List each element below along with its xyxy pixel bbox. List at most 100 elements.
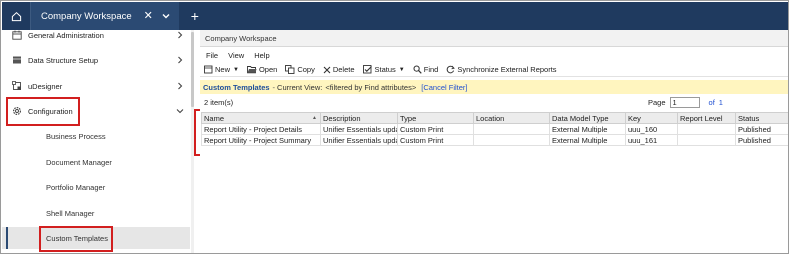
column-header-type[interactable]: Type (397, 112, 474, 124)
column-header-key[interactable]: Key (625, 112, 678, 124)
main-panel: Company Workspace File View Help New ▼ O… (200, 30, 788, 253)
filter-bar: Custom Templates - Current View: <filter… (200, 80, 788, 94)
designer-icon (12, 81, 21, 90)
delete-x-icon (323, 66, 331, 73)
column-header-label: Name (204, 113, 225, 123)
cell-status: Published (735, 123, 788, 135)
cell-description: Unifier Essentials upda (320, 134, 398, 146)
sidebar-subitem-label: Business Process (46, 131, 106, 141)
open-label: Open (258, 65, 278, 74)
sidebar-subitem-label: Document Manager (46, 157, 112, 167)
menu-bar: File View Help (200, 48, 788, 62)
column-header-status[interactable]: Status (735, 112, 788, 124)
cell-data-model-type: External Multiple (549, 123, 626, 135)
column-header-data-model-type[interactable]: Data Model Type (549, 112, 626, 124)
table-header-row: Name ▲ Description Type Location Data Mo… (201, 112, 788, 124)
status-button[interactable]: Status ▼ (362, 65, 405, 74)
page-number-input[interactable] (669, 97, 700, 108)
current-view-label: Current View: (277, 82, 323, 92)
sidebar-item-label: Configuration (28, 106, 73, 116)
status-icon (362, 65, 372, 74)
open-button[interactable]: Open (247, 65, 277, 74)
chevron-down-icon[interactable] (161, 11, 171, 21)
find-button[interactable]: Find (413, 65, 439, 74)
cell-location (473, 123, 550, 135)
workspace-tab-label: Company Workspace (41, 10, 132, 22)
menu-view[interactable]: View (228, 51, 244, 60)
cell-type: Custom Print (397, 134, 474, 146)
sidebar-subitem-business-process[interactable]: Business Process (2, 125, 190, 147)
sidebar-item-label: Data Structure Setup (28, 55, 99, 65)
column-header-label: Location (476, 113, 505, 123)
home-icon (11, 11, 21, 21)
table-row[interactable]: Report Utility - Project Details Unifier… (201, 123, 788, 135)
cell-key: uuu_160 (625, 123, 678, 135)
cell-data-model-type: External Multiple (549, 134, 626, 146)
cell-status: Published (735, 134, 788, 146)
sidebar-subitem-portfolio-manager[interactable]: Portfolio Manager (2, 176, 190, 198)
column-header-label: Data Model Type (552, 113, 609, 123)
close-tab-icon[interactable]: ✕ (144, 10, 153, 22)
new-button[interactable]: New ▼ (204, 65, 239, 74)
chevron-right-icon (178, 82, 183, 90)
panel-title-bar: Company Workspace (200, 30, 788, 47)
page-total: 1 (718, 98, 723, 107)
filter-title: Custom Templates (203, 82, 270, 92)
folder-open-icon (247, 66, 257, 74)
delete-button[interactable]: Delete (323, 65, 355, 74)
sidebar-subitem-label: Custom Templates (46, 233, 108, 243)
copy-label: Copy (297, 65, 315, 74)
sync-label: Synchronize External Reports (457, 65, 557, 74)
dropdown-caret-icon: ▼ (398, 66, 405, 73)
sidebar-item-data-structure-setup[interactable]: Data Structure Setup (2, 49, 190, 71)
sidebar-scrollbar-thumb[interactable] (191, 32, 194, 107)
chevron-right-icon (178, 31, 183, 39)
column-header-label: Status (738, 113, 760, 123)
pager: Page of 1 (648, 97, 723, 108)
column-header-report-level[interactable]: Report Level (677, 112, 736, 124)
sync-external-reports-button[interactable]: Synchronize External Reports (446, 65, 557, 74)
new-label: New (215, 65, 231, 74)
sidebar-item-label: General Administration (28, 30, 104, 40)
new-icon (204, 65, 213, 74)
cancel-filter-link[interactable]: [Cancel Filter] (421, 83, 467, 92)
sidebar-item-udesigner[interactable]: uDesigner (2, 75, 190, 97)
sidebar-item-configuration[interactable]: Configuration (2, 100, 190, 122)
sidebar-scrollbar[interactable] (191, 30, 194, 253)
cell-name[interactable]: Report Utility - Project Details (201, 123, 321, 135)
table-row[interactable]: Report Utility - Project Summary Unifier… (201, 134, 788, 146)
page-of-label: of (708, 98, 715, 107)
cell-name[interactable]: Report Utility - Project Summary (201, 134, 321, 146)
sidebar-subitem-document-manager[interactable]: Document Manager (2, 151, 190, 173)
gear-icon (12, 106, 22, 116)
copy-button[interactable]: Copy (285, 65, 315, 74)
sidebar-subitem-custom-templates[interactable]: Custom Templates (2, 227, 190, 249)
column-header-label: Report Level (680, 113, 723, 123)
filter-separator: - (272, 82, 276, 92)
sort-ascending-icon: ▲ (312, 114, 317, 121)
menu-help[interactable]: Help (254, 51, 269, 60)
sidebar-item-general-administration[interactable]: General Administration (2, 24, 190, 46)
list-info-row: 2 item(s) Page of 1 (200, 96, 788, 109)
cell-description: Unifier Essentials upda (320, 123, 398, 135)
item-count: 2 item(s) (204, 98, 234, 107)
status-label: Status (374, 65, 396, 74)
current-view-value: <filtered by Find attributes> (325, 82, 417, 92)
active-indicator (6, 227, 8, 249)
cube-icon (13, 56, 21, 64)
column-header-description[interactable]: Description (320, 112, 398, 124)
cell-location (473, 134, 550, 146)
sidebar-subitem-shell-manager[interactable]: Shell Manager (2, 202, 190, 224)
cell-report-level (677, 123, 736, 135)
dropdown-caret-icon: ▼ (233, 66, 239, 73)
delete-label: Delete (332, 65, 355, 74)
sidebar: General Administration Data Structure Se… (2, 30, 194, 253)
column-header-location[interactable]: Location (473, 112, 550, 124)
column-header-name[interactable]: Name ▲ (201, 112, 321, 124)
find-label: Find (423, 65, 439, 74)
column-header-label: Description (323, 113, 361, 123)
add-tab-button[interactable]: + (185, 9, 205, 23)
sidebar-subitem-label: Shell Manager (46, 208, 95, 218)
panel-title: Company Workspace (205, 33, 277, 43)
menu-file[interactable]: File (206, 51, 218, 60)
